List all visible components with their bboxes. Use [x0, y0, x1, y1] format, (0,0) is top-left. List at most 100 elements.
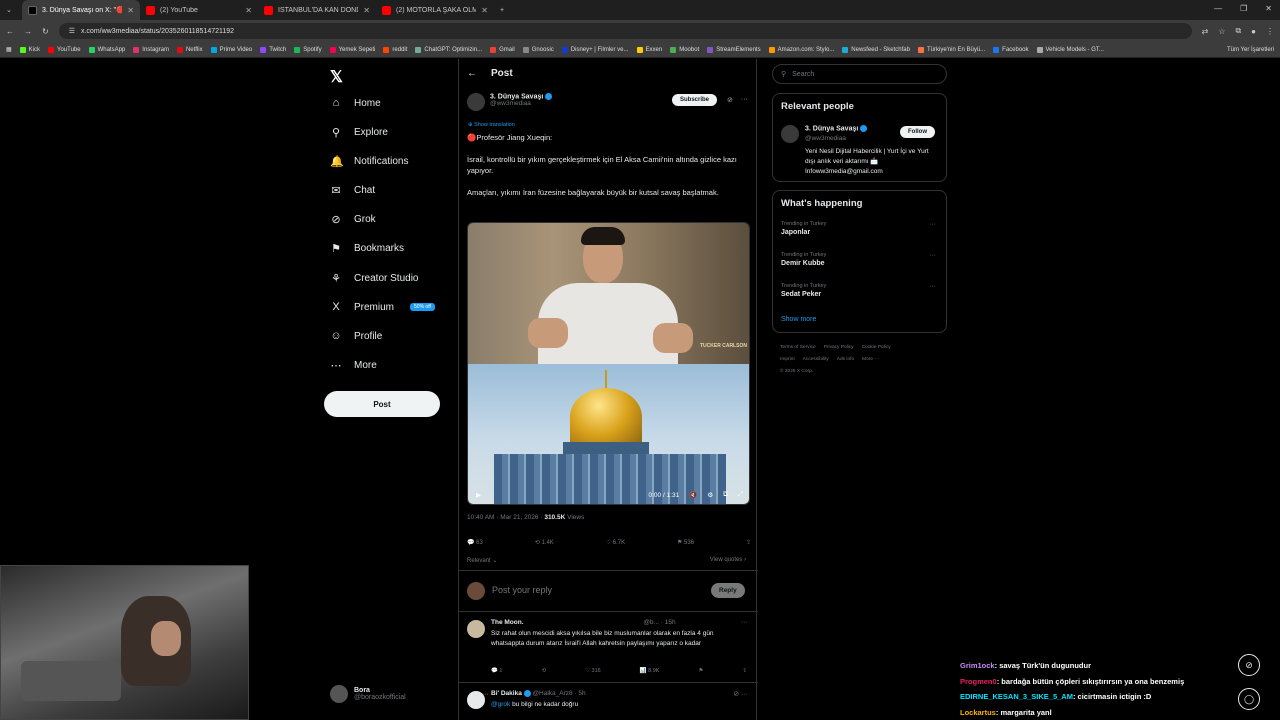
trend-item[interactable]: Trending in Turkey Demir Kubbe	[781, 252, 826, 267]
nav-item-profile[interactable]: ☺ Profile	[330, 330, 382, 342]
bookmark-icon[interactable]: ⚑	[698, 668, 703, 674]
profile-icon[interactable]: ●	[1251, 27, 1256, 36]
follow-button[interactable]: Follow	[900, 126, 935, 138]
minimize-icon[interactable]: —	[1214, 4, 1222, 13]
bookmark-item[interactable]: Newsfeed - Sketchfab	[842, 46, 910, 53]
bookmark-item[interactable]: Facebook	[993, 46, 1029, 53]
person-handle[interactable]: @ww3mediaa	[805, 135, 846, 142]
bookmark-item[interactable]: Vehicle Models - GT...	[1036, 46, 1104, 53]
bookmark-item[interactable]: Disney+ | Filmler ve...	[561, 46, 629, 53]
bookmark-item[interactable]: ChatGPT: Optimizin...	[415, 46, 482, 53]
bookmark-action[interactable]: ⚑ 536	[677, 539, 694, 546]
footer-link[interactable]: Privacy Policy	[824, 345, 854, 350]
tab-youtube-motorla[interactable]: (2) MOTORLA ŞAKA OLMAZ | S ✕	[376, 0, 494, 20]
author-handle[interactable]: @ww3mediaa	[490, 100, 552, 107]
bookmark-item[interactable]: Gmail	[490, 46, 515, 53]
bookmark-star-icon[interactable]: ☆	[1218, 27, 1225, 36]
more-dots-icon[interactable]: ···	[741, 619, 748, 626]
bookmark-item[interactable]: Moobot	[670, 46, 699, 53]
x-logo-icon[interactable]: 𝕏	[330, 67, 343, 87]
share-icon[interactable]: ⇪	[746, 539, 751, 546]
nav-item-more[interactable]: ⋯ More	[330, 359, 377, 372]
close-tab-icon[interactable]: ✕	[363, 6, 370, 15]
all-bookmarks-folder[interactable]: Tüm Yer İşaretleri	[1227, 47, 1274, 53]
video-player[interactable]: TUCKER CARLSON ▶ 0:00 / 1:31 🔇 ⚙ ⧉ ⤢	[467, 222, 750, 505]
close-tab-icon[interactable]: ✕	[245, 6, 252, 15]
trend-item[interactable]: Trending in Turkey Japonlar	[781, 221, 826, 236]
trend-item[interactable]: Trending in Turkey Sedat Peker	[781, 283, 826, 298]
tab-search-button[interactable]: ⌄	[0, 0, 22, 20]
nav-item-explore[interactable]: ⚲ Explore	[330, 126, 388, 139]
bookmark-item[interactable]: Yemek Sepeti	[329, 46, 375, 53]
bookmark-item[interactable]: StreamElements	[707, 46, 761, 53]
nav-item-bookmarks[interactable]: ⚑ Bookmarks	[330, 242, 404, 255]
post-author[interactable]: 3. Dünya Savaşı @ww3mediaa	[467, 93, 553, 111]
more-dots-icon[interactable]: ···	[929, 252, 936, 259]
fullscreen-icon[interactable]: ⤢	[738, 491, 743, 499]
back-arrow-icon[interactable]: ←	[467, 68, 477, 79]
footer-link[interactable]: Cookie Policy	[862, 345, 891, 350]
tab-youtube-istanbul[interactable]: İSTANBUL'DA KAN DONDURAN ✕	[258, 0, 376, 20]
play-icon[interactable]: ▶	[476, 491, 481, 499]
avatar[interactable]	[467, 93, 485, 111]
bookmark-item[interactable]: Türkiye'nin En Büyü...	[917, 46, 985, 53]
reply-action[interactable]: 💬 1	[491, 668, 502, 674]
footer-link[interactable]: Terms of Service	[780, 345, 816, 350]
extensions-icon[interactable]: ⧉	[1235, 26, 1241, 36]
close-tab-icon[interactable]: ✕	[481, 6, 488, 15]
like-action[interactable]: ♡ 316	[585, 668, 601, 674]
nav-item-premium[interactable]: X Premium 50% off	[330, 301, 435, 313]
show-translation-link[interactable]: ⊕ Show translation	[468, 122, 515, 128]
author-name[interactable]: 3. Dünya Savaşı	[490, 93, 543, 100]
share-icon[interactable]: ⇪	[742, 668, 747, 674]
bookmark-item[interactable]: Kick	[19, 46, 40, 53]
bookmark-item[interactable]: WhatsApp	[88, 46, 125, 53]
bookmark-item[interactable]: Twitch	[260, 46, 286, 53]
back-icon[interactable]: ←	[6, 27, 14, 36]
view-quotes-link[interactable]: View quotes ›	[710, 557, 746, 563]
new-tab-button[interactable]: +	[494, 0, 514, 20]
reply-sort-dropdown[interactable]: Relevant ⌄	[467, 557, 497, 564]
post-timestamp[interactable]: 10:40 AM · Mar 21, 2026 ·	[467, 514, 544, 521]
reply-action[interactable]: 💬 63	[467, 539, 483, 546]
bookmark-item[interactable]: Prime Video	[210, 46, 252, 53]
nav-item-home[interactable]: ⌂ Home	[330, 97, 381, 109]
nav-item-grok[interactable]: ⊘ Grok	[330, 213, 375, 226]
subscribe-button[interactable]: Subscribe	[672, 94, 718, 106]
more-dots-icon[interactable]: ⊘ ···	[733, 690, 748, 698]
reply-author-handle[interactable]: @Halka_Arz8	[532, 690, 572, 697]
close-tab-icon[interactable]: ✕	[127, 6, 134, 15]
reply-author-handle[interactable]: @b...	[643, 619, 659, 626]
repost-action[interactable]: ⟲ 1.4K	[535, 539, 554, 546]
reply-button[interactable]: Reply	[711, 583, 745, 598]
mention-link[interactable]: @grok	[491, 701, 510, 708]
person-name-row[interactable]: 3. Dünya Savaşı	[805, 125, 868, 132]
footer-link[interactable]: Imprint	[780, 357, 795, 362]
volume-icon[interactable]: 🔇	[689, 491, 697, 499]
close-window-icon[interactable]: ✕	[1265, 4, 1272, 13]
menu-icon[interactable]: ⋮	[1266, 27, 1274, 36]
site-info-icon[interactable]: ☰	[69, 27, 75, 35]
views-action[interactable]: 📊 8.9K	[640, 668, 660, 674]
bookmark-item[interactable]: Instagram	[133, 46, 169, 53]
settings-icon[interactable]: ⚙	[707, 491, 713, 499]
more-dots-icon[interactable]: ···	[741, 96, 748, 104]
tab-x-post[interactable]: 3. Dünya Savaşı on X: "🔴 Profe ✕	[22, 0, 140, 20]
more-dots-icon[interactable]: ···	[929, 221, 936, 228]
show-more-link[interactable]: Show more	[781, 316, 816, 323]
reload-icon[interactable]: ↻	[42, 27, 49, 36]
url-field[interactable]: ☰ x.com/ww3mediaa/status/203526011851472…	[58, 23, 1192, 39]
grok-icon[interactable]: ⊘	[727, 96, 733, 104]
search-input[interactable]: ⚲ Search	[772, 64, 947, 84]
reply-input[interactable]: Post your reply	[492, 585, 552, 595]
maximize-icon[interactable]: ❐	[1240, 4, 1247, 13]
avatar[interactable]	[467, 691, 485, 709]
bookmark-item[interactable]: YouTube	[48, 46, 81, 53]
bookmark-item[interactable]: reddit	[383, 46, 407, 53]
reply-author-name[interactable]: The Moon.	[491, 619, 524, 626]
bookmark-item[interactable]: Netflix	[176, 46, 203, 53]
footer-link[interactable]: © 2026 X Corp.	[780, 369, 813, 374]
repost-action[interactable]: ⟲	[541, 668, 546, 674]
apps-icon[interactable]: ▦	[6, 46, 12, 53]
post-button[interactable]: Post	[324, 391, 440, 417]
